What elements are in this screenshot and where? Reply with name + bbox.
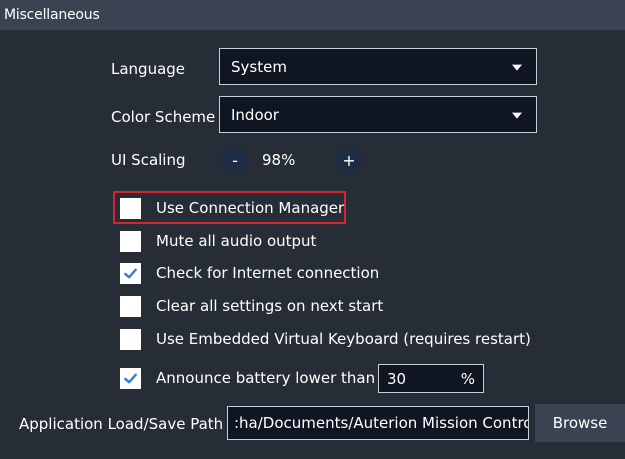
battery-threshold-value: 30 (387, 370, 407, 388)
checkmark-icon (124, 268, 137, 278)
language-value: System (231, 57, 287, 76)
color-scheme-label: Color Scheme (111, 108, 216, 126)
option-label: Check for Internet connection (156, 264, 380, 282)
option-label: Use Connection Manager (156, 199, 345, 217)
checkbox[interactable] (120, 367, 141, 389)
battery-threshold-unit: % (460, 370, 475, 388)
checkbox[interactable] (120, 262, 141, 284)
checkbox[interactable] (120, 230, 141, 252)
color-scheme-value: Indoor (231, 105, 279, 124)
battery-threshold-input[interactable]: 30 % (378, 364, 484, 393)
checkbox[interactable] (120, 328, 141, 350)
ui-scaling-value: 98% (262, 151, 296, 169)
checkbox[interactable] (120, 197, 141, 219)
option-use-connection-manager[interactable]: Use Connection Manager (120, 196, 344, 220)
option-clear-settings[interactable]: Clear all settings on next start (120, 294, 383, 318)
option-label: Use Embedded Virtual Keyboard (requires … (156, 330, 531, 348)
section-header: Miscellaneous (0, 0, 625, 30)
option-check-internet[interactable]: Check for Internet connection (120, 261, 379, 285)
chevron-down-icon (512, 112, 522, 119)
language-label: Language (111, 60, 186, 78)
color-scheme-dropdown[interactable]: Indoor (219, 96, 537, 133)
option-label: Mute all audio output (156, 232, 317, 250)
option-label: Announce battery lower than (156, 369, 376, 387)
option-mute-audio[interactable]: Mute all audio output (120, 229, 316, 253)
section-title: Miscellaneous (4, 7, 100, 23)
option-label: Clear all settings on next start (156, 297, 384, 315)
language-dropdown[interactable]: System (219, 48, 537, 85)
ui-scaling-increase-button[interactable]: + (336, 147, 362, 173)
load-save-path-value: :ha/Documents/Auterion Mission Control (234, 414, 529, 432)
browse-button[interactable]: Browse (535, 404, 625, 442)
checkbox[interactable] (120, 295, 141, 317)
ui-scaling-label: UI Scaling (111, 151, 186, 169)
ui-scaling-decrease-button[interactable]: - (222, 147, 248, 173)
load-save-path-label: Application Load/Save Path (19, 415, 224, 433)
load-save-path-input[interactable]: :ha/Documents/Auterion Mission Control (227, 406, 529, 440)
option-virtual-keyboard[interactable]: Use Embedded Virtual Keyboard (requires … (120, 327, 531, 351)
checkmark-icon (124, 373, 137, 383)
option-announce-battery[interactable]: Announce battery lower than (120, 366, 375, 390)
chevron-down-icon (512, 64, 522, 71)
